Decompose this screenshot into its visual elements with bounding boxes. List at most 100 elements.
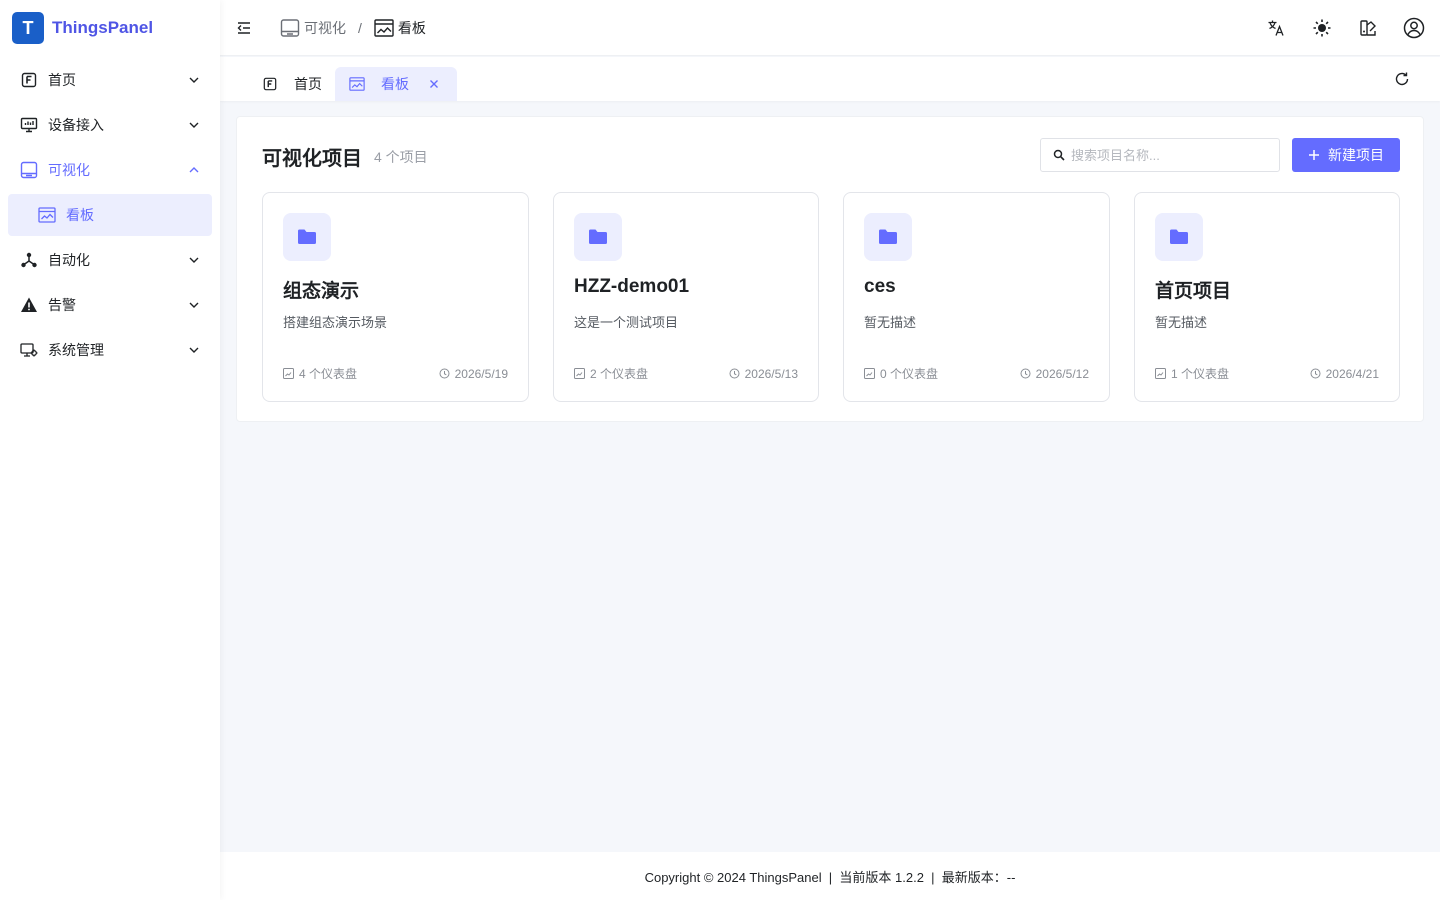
language-icon[interactable] <box>1262 14 1290 42</box>
folder-icon <box>1155 213 1203 261</box>
project-meta: 4 个仪表盘 2026/5/19 <box>283 365 508 382</box>
sidebar-item-alarm[interactable]: 告警 <box>8 284 212 326</box>
new-project-button[interactable]: 新建项目 <box>1292 138 1400 172</box>
page-title: 可视化项目 <box>262 148 362 170</box>
sidebar-item-automation[interactable]: 自动化 <box>8 239 212 281</box>
tab-dashboard[interactable]: 看板 <box>335 67 457 101</box>
breadcrumb-separator: / <box>358 19 362 36</box>
project-description: 暂无描述 <box>864 315 917 330</box>
folder-icon <box>864 213 912 261</box>
search-box[interactable] <box>1040 138 1280 172</box>
sidebar-item-label: 看板 <box>66 207 94 223</box>
sidebar-item-visualization[interactable]: 可视化 <box>8 149 212 191</box>
system-settings-icon <box>20 341 38 359</box>
user-avatar-icon[interactable] <box>1400 14 1428 42</box>
breadcrumb-item-dashboard[interactable]: 看板 <box>374 18 426 38</box>
dashboard-count-icon <box>574 367 586 380</box>
project-description: 这是一个测试项目 <box>574 315 679 330</box>
monitor-icon <box>20 116 38 134</box>
project-card[interactable]: HZZ-demo01 这是一个测试项目 2 个仪表盘 2026/5/13 <box>553 192 819 402</box>
home-icon <box>262 76 278 92</box>
tab-label: 首页 <box>294 76 322 92</box>
reload-icon[interactable] <box>1392 69 1412 89</box>
project-name: HZZ-demo01 <box>574 276 690 297</box>
screen-icon <box>280 18 300 38</box>
breadcrumb: 可视化 / 看板 <box>280 18 426 38</box>
dashboard-count: 1 个仪表盘 <box>1171 367 1230 381</box>
tab-bar: 首页 看板 <box>220 57 1440 101</box>
dashboard-count: 4 个仪表盘 <box>299 367 358 381</box>
brand-name: ThingsPanel <box>52 18 154 37</box>
tab-home[interactable]: 首页 <box>248 67 336 101</box>
dashboard-icon <box>374 18 394 38</box>
warning-icon <box>20 296 38 314</box>
breadcrumb-label: 可视化 <box>304 19 346 36</box>
project-date: 2026/5/12 <box>1035 366 1089 381</box>
header-actions <box>1244 0 1428 56</box>
search-input[interactable] <box>1071 147 1271 163</box>
sidebar-item-label: 首页 <box>48 72 76 88</box>
new-project-label: 新建项目 <box>1328 147 1384 163</box>
project-name: ces <box>864 276 896 297</box>
close-icon[interactable] <box>427 77 441 91</box>
dashboard-count-icon <box>1155 367 1167 380</box>
clock-icon <box>439 368 451 380</box>
brand[interactable]: T ThingsPanel <box>0 0 220 56</box>
dashboard-count: 0 个仪表盘 <box>880 367 939 381</box>
dashboard-count-icon <box>864 367 876 380</box>
dashboard-count-icon <box>283 367 295 380</box>
home-icon <box>20 71 38 89</box>
sidebar-item-label: 告警 <box>48 297 76 313</box>
chevron-down-icon <box>186 252 202 268</box>
thingspanel-logo-icon: T <box>12 12 44 44</box>
footer: Copyright © 2024 ThingsPanel | 当前版本 1.2.… <box>220 852 1440 900</box>
chevron-down-icon <box>186 117 202 133</box>
project-meta: 1 个仪表盘 2026/4/21 <box>1155 365 1379 382</box>
clock-icon <box>1020 368 1032 380</box>
theme-sun-icon[interactable] <box>1308 14 1336 42</box>
project-card[interactable]: 首页项目 暂无描述 1 个仪表盘 2026/4/21 <box>1134 192 1400 402</box>
chevron-up-icon <box>186 162 202 178</box>
sidebar: T ThingsPanel 首页 设备接入 可视化 看板 自动化 告警 系统管理 <box>0 0 220 900</box>
project-card[interactable]: 组态演示 搭建组态演示场景 4 个仪表盘 2026/5/19 <box>262 192 529 402</box>
breadcrumb-label: 看板 <box>397 19 426 36</box>
footer-text: Copyright © 2024 ThingsPanel | 当前版本 1.2.… <box>644 869 1016 885</box>
tab-label: 看板 <box>381 76 409 92</box>
clock-icon <box>1310 368 1322 380</box>
folder-icon <box>283 213 331 261</box>
sidebar-item-dashboard[interactable]: 看板 <box>8 194 212 236</box>
plus-icon <box>1308 149 1320 161</box>
project-description: 暂无描述 <box>1155 315 1208 330</box>
sidebar-item-label: 自动化 <box>48 252 90 268</box>
sidebar-item-home[interactable]: 首页 <box>8 59 212 101</box>
search-icon <box>1053 149 1065 161</box>
dashboard-count: 2 个仪表盘 <box>590 367 649 381</box>
project-date: 2026/5/19 <box>454 366 508 381</box>
sidebar-item-label: 系统管理 <box>48 342 104 358</box>
project-date: 2026/4/21 <box>1325 366 1379 381</box>
folder-icon <box>574 213 622 261</box>
dashboard-icon <box>349 76 365 92</box>
sidebar-item-label: 设备接入 <box>48 117 104 133</box>
breadcrumb-item-visualization[interactable]: 可视化 <box>280 18 346 38</box>
chevron-down-icon <box>186 342 202 358</box>
project-name: 组态演示 <box>283 281 360 302</box>
project-meta: 2 个仪表盘 2026/5/13 <box>574 365 798 382</box>
projects-panel: 可视化项目 4 个项目 新建项目 组态演示 搭建组态演示场景 4 个仪表盘 20… <box>236 116 1424 422</box>
collapse-menu-icon[interactable] <box>234 18 254 38</box>
network-icon <box>20 251 38 269</box>
project-meta: 0 个仪表盘 2026/5/12 <box>864 365 1089 382</box>
sidebar-item-label: 可视化 <box>48 162 90 178</box>
chevron-down-icon <box>186 297 202 313</box>
sidebar-item-device-access[interactable]: 设备接入 <box>8 104 212 146</box>
sidebar-menu: 首页 设备接入 可视化 看板 自动化 告警 系统管理 <box>0 59 220 371</box>
project-date: 2026/5/13 <box>744 366 798 381</box>
project-count: 4 个项目 <box>374 149 428 165</box>
theme-palette-icon[interactable] <box>1354 14 1382 42</box>
clock-icon <box>729 368 741 380</box>
top-header: 可视化 / 看板 <box>220 0 1440 56</box>
dashboard-icon <box>38 206 56 224</box>
sidebar-item-system-management[interactable]: 系统管理 <box>8 329 212 371</box>
project-card[interactable]: ces 暂无描述 0 个仪表盘 2026/5/12 <box>843 192 1110 402</box>
project-name: 首页项目 <box>1155 281 1232 302</box>
